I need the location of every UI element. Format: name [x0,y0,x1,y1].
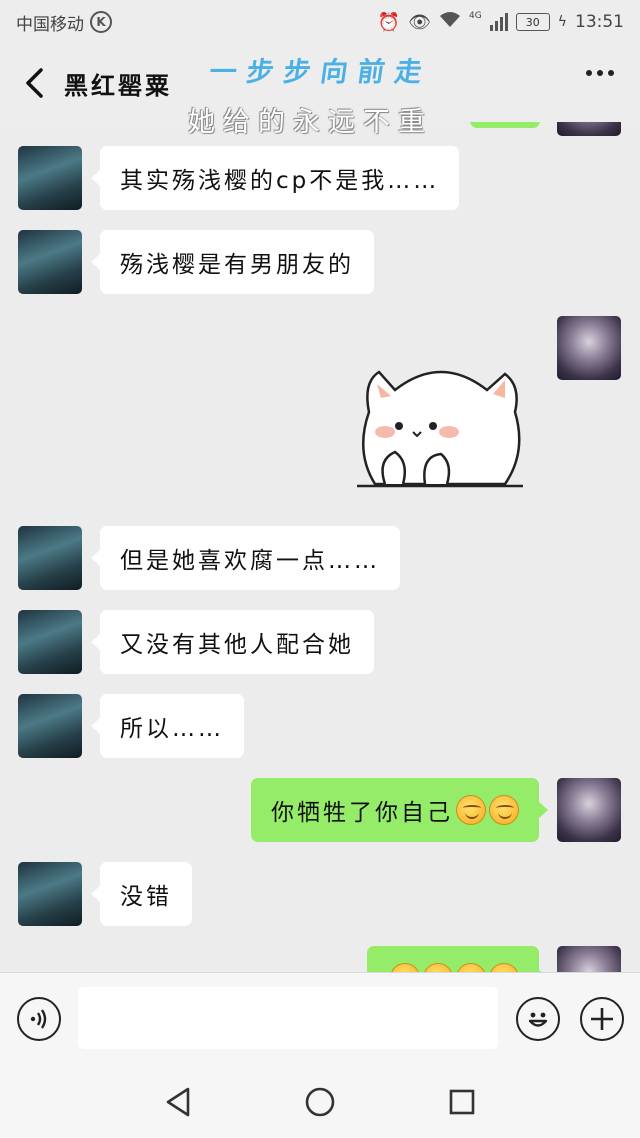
add-icon [591,1008,613,1030]
message-bubble[interactable] [367,946,548,972]
voice-button[interactable] [17,997,61,1041]
contact-avatar[interactable] [18,694,82,758]
white-cat-sticker[interactable] [355,352,527,500]
message-row: 其实殇浅樱的cp不是我…… [18,146,460,210]
eye-icon: 👁 [408,11,432,33]
nav-home-icon [305,1087,335,1117]
wifi-icon [439,11,461,34]
overlay-caption-top: 一步步向前走 [207,57,434,88]
add-button[interactable] [580,997,624,1041]
chevron-left-icon [26,68,43,98]
clock: 13:51 [575,12,624,32]
my-avatar[interactable] [557,316,621,380]
message-row: 你牺牲了你自己 [251,778,621,842]
message-row: 但是她喜欢腐一点…… [18,526,400,590]
alarm-icon: ⏰ [377,11,401,33]
nav-recent-icon [449,1089,475,1115]
message-row: 又没有其他人配合她 [18,610,374,674]
message-bubble[interactable]: 所以…… [91,694,244,758]
message-input[interactable] [78,987,498,1049]
voice-icon [30,1009,47,1029]
message-bubble[interactable]: 没错 [91,862,192,926]
back-button[interactable] [4,53,64,113]
charging-icon: ϟ [557,14,567,30]
more-button[interactable] [586,70,614,76]
blush-emoji-icon [456,795,486,825]
message-bubble-partial [470,122,540,128]
carrier-name: 中国移动 [16,14,84,35]
message-row [367,946,621,972]
contact-avatar[interactable] [18,230,82,294]
chat-title: 黑红罂粟 [64,71,172,100]
message-text: 你牺牲了你自己 [271,800,453,826]
blush-emoji-icon [390,963,420,972]
message-bubble[interactable]: 你牺牲了你自己 [251,778,548,842]
contact-avatar[interactable] [18,526,82,590]
message-row: 殇浅樱是有男朋友的 [18,230,374,294]
message-bubble[interactable]: 但是她喜欢腐一点…… [91,526,400,590]
message-bubble[interactable]: 又没有其他人配合她 [91,610,374,674]
network-type: 4G [469,11,482,21]
more-icon [586,70,592,76]
message-row: 所以…… [18,694,244,758]
carrier-badge-icon: K [90,11,112,33]
battery-icon: 30 [515,13,550,31]
message-bubble[interactable]: 殇浅樱是有男朋友的 [91,230,374,294]
nav-back-button[interactable] [156,1080,200,1124]
my-avatar[interactable] [557,122,621,136]
signal-icon [489,13,508,31]
blush-emoji-icon [489,795,519,825]
contact-avatar[interactable] [18,146,82,210]
nav-recent-button[interactable] [440,1080,484,1124]
message-row: 没错 [18,862,192,926]
input-bar [0,972,640,1066]
nav-home-button[interactable] [298,1080,342,1124]
system-nav-bar [0,1066,640,1138]
status-bar: 中国移动 K ⏰ 👁 4G 30 ϟ 13:51 [0,0,640,44]
contact-avatar[interactable] [18,610,82,674]
emoji-icon [528,1012,548,1027]
blush-emoji-icon [423,963,453,972]
my-avatar[interactable] [557,946,621,972]
nav-back-icon [166,1087,190,1117]
chat-messages[interactable]: 其实殇浅樱的cp不是我…… 殇浅樱是有男朋友的 但是她喜欢腐一点…… 又没有其他… [0,122,640,972]
emoji-button[interactable] [516,997,560,1041]
message-bubble[interactable]: 其实殇浅樱的cp不是我…… [90,146,460,210]
blush-emoji-icon [489,963,519,972]
blush-emoji-icon [456,963,486,972]
contact-avatar[interactable] [18,862,82,926]
my-avatar[interactable] [557,778,621,842]
